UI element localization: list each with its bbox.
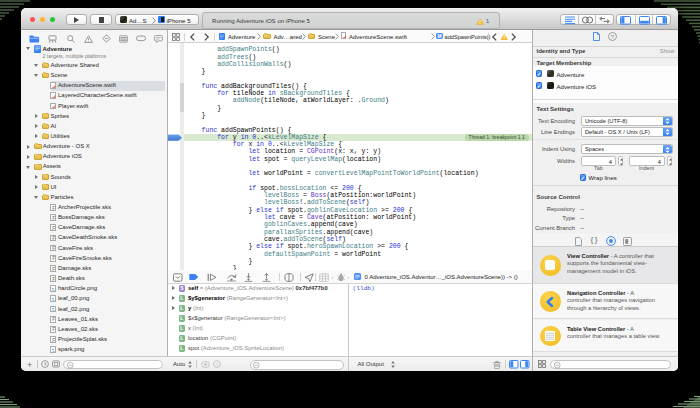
svg-text:i: i [216, 361, 218, 367]
svg-text:?: ? [610, 34, 614, 40]
